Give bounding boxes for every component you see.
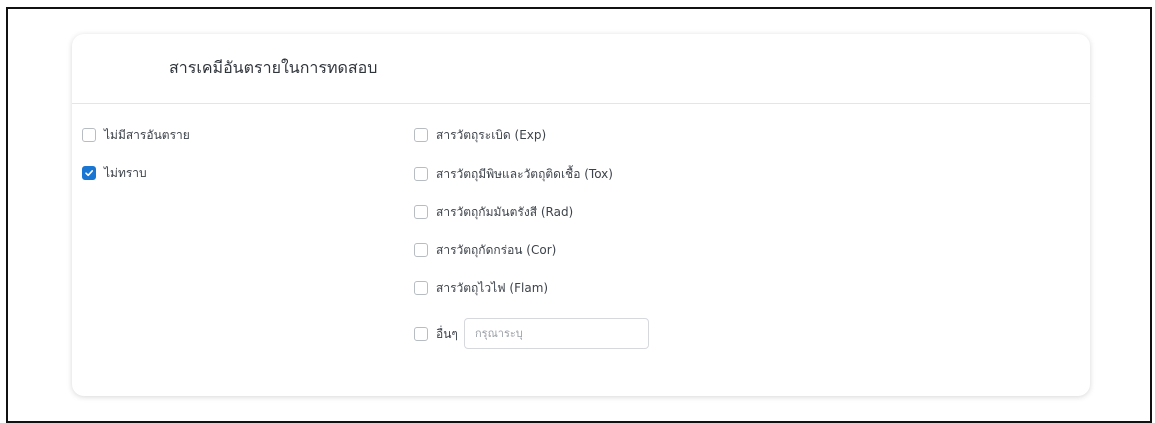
- option-unknown[interactable]: ไม่ทราบ: [82, 163, 147, 183]
- option-label: ไม่มีสารอันตราย: [104, 127, 190, 142]
- checkbox[interactable]: [414, 327, 428, 341]
- checkbox-checked[interactable]: [82, 166, 96, 180]
- option-corrosive[interactable]: สารวัตถุกัดกร่อน (Cor): [414, 240, 556, 260]
- card-title: สารเคมีอันตรายในการทดสอบ: [169, 58, 378, 77]
- option-label: สารวัตถุระเบิด (Exp): [436, 127, 547, 142]
- option-radioactive[interactable]: สารวัตถุกัมมันตรังสี (Rad): [414, 202, 573, 222]
- checkmark-icon: [85, 170, 93, 177]
- option-other[interactable]: อื่นๆ: [414, 324, 458, 344]
- other-specify-input[interactable]: [464, 318, 649, 349]
- option-explosive[interactable]: สารวัตถุระเบิด (Exp): [414, 125, 546, 145]
- checkbox[interactable]: [414, 205, 428, 219]
- checkbox[interactable]: [414, 128, 428, 142]
- checkbox[interactable]: [414, 167, 428, 181]
- hazardous-chemicals-card: สารเคมีอันตรายในการทดสอบ ไม่มีสารอันตราย…: [72, 34, 1090, 396]
- option-label: สารวัตถุกัมมันตรังสี (Rad): [436, 204, 574, 219]
- card-header: สารเคมีอันตรายในการทดสอบ: [72, 34, 1090, 104]
- option-toxic[interactable]: สารวัตถุมีพิษและวัตถุติดเชื้อ (Tox): [414, 164, 613, 184]
- checkbox[interactable]: [414, 281, 428, 295]
- option-label: ไม่ทราบ: [104, 165, 147, 180]
- checkbox[interactable]: [82, 128, 96, 142]
- option-flammable[interactable]: สารวัตถุไวไฟ (Flam): [414, 278, 548, 298]
- option-no-hazardous[interactable]: ไม่มีสารอันตราย: [82, 125, 190, 145]
- option-label: สารวัตถุมีพิษและวัตถุติดเชื้อ (Tox): [436, 166, 613, 181]
- option-label: อื่นๆ: [436, 326, 458, 341]
- option-label: สารวัตถุกัดกร่อน (Cor): [436, 242, 557, 257]
- checkbox[interactable]: [414, 243, 428, 257]
- option-label: สารวัตถุไวไฟ (Flam): [436, 280, 549, 295]
